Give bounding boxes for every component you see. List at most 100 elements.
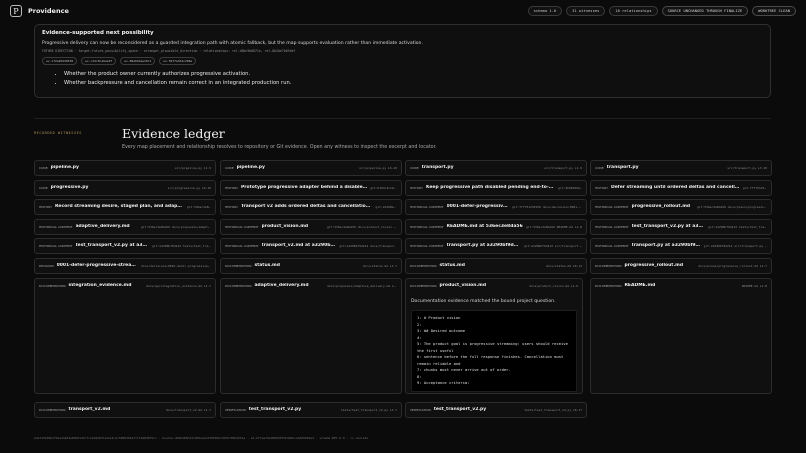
open-questions-list: Whether the product owner currently auth… [64,70,763,88]
witness-card[interactable]: CODE transport.py src/transport.py L1-9 [405,160,587,176]
witness-card-header[interactable]: HISTORICAL CONTENT README.md at 536ec3e8d… [406,220,586,233]
witness-card[interactable]: DOCUMENTATION README.md README.md L1-8 [590,278,772,394]
witness-title: 0001-defer-progressive-streaming.md [446,204,510,209]
witness-card[interactable]: HISTORICAL CONTENT README.md at 536ec3e8d… [405,219,587,235]
possibility-text: Progressive delivery can now be reconsid… [42,41,423,46]
witness-kind: DECISION [39,263,54,268]
witness-card-header[interactable]: DOCUMENTATION progressive_rollout.md docs/… [591,259,771,272]
witness-card[interactable]: HISTORICAL CONTENT product_vision.md git:5… [220,219,402,235]
witness-kind: DOCUMENTATION [225,283,252,288]
witness-card[interactable]: VERIFICATION test_transport_v2.py tests/te… [405,402,587,418]
witness-title: Record streaming desire, staged plan, an… [54,204,184,209]
witness-locator: src/pipeline.py L6-10 [359,165,397,170]
witness-chip[interactable]: wv-59f7a3d4c298a [159,57,197,65]
witness-chip[interactable]: wv-1f2a20dd9538 [42,57,78,65]
witness-title: adaptive_delivery.md [75,224,130,229]
witness-card-header[interactable]: HISTORICAL CONTENT transport.py at a3290b… [591,239,771,252]
witness-locator: docs/plans/progressive_rollout.md L1-7 [698,263,767,268]
witness-card-header[interactable]: HISTORICAL CONTENT adaptive_delivery.md gi… [35,220,215,233]
witness-card[interactable]: HISTORY Record streaming desire, staged p… [34,199,216,215]
witness-card-header[interactable]: HISTORICAL CONTENT transport.py at a3290b… [406,239,586,252]
witness-kind: DOCUMENTATION [39,283,66,288]
app-header: P Providence schema 1.0 31 witnesses 10 … [0,0,806,22]
witness-card[interactable]: HISTORICAL CONTENT transport.py at a3290b… [590,238,772,254]
witness-card-header[interactable]: HISTORY Defer streaming until ordered del… [591,181,771,194]
witness-card-expanded[interactable]: DOCUMENTATION product_vision.md docs/pro… [405,278,583,394]
witness-title: pipeline.py [50,165,79,170]
witness-card[interactable]: HISTORY Prototype progressive adapter beh… [220,180,402,196]
witness-card-header[interactable]: HISTORY Prototype progressive adapter beh… [221,181,401,194]
witness-card[interactable]: HISTORY Keep progressive path disabled pe… [405,180,587,196]
witness-card-header[interactable]: HISTORICAL CONTENT test_transport_v2.py a… [591,220,771,233]
witness-card-header[interactable]: VERIFICATION test_transport_v2.py tests/te… [406,403,586,416]
witness-card[interactable]: HISTORICAL CONTENT progressive_rollout.md… [590,199,772,215]
witness-card[interactable]: DECISION0001-defer-progressive-streaming… [34,258,216,274]
witness-title: Prototype progressive adapter behind a d… [240,185,368,190]
witness-card[interactable]: DOCUMENTATION status.md docs/status.md L8-… [405,258,587,274]
witness-title: pipeline.py [236,165,265,170]
witness-card-header[interactable]: DOCUMENTATION status.md docs/status.md L8-… [406,259,586,272]
witness-locator: git:536ec3e8da56 [186,204,211,209]
witness-card-header[interactable]: DOCUMENTATION adaptive_delivery.md docs/pr… [221,279,401,292]
witness-locator: git:536ec3e8da56 docs/plans/progressive_… [697,204,767,209]
witness-kind: VERIFICATION [225,407,246,412]
witness-card-header[interactable]: HISTORICAL CONTENT test_transport_v2.py a… [35,239,215,252]
witness-locator: docs/status.md L1-7 [362,263,397,268]
witness-card[interactable]: HISTORY Defer streaming until ordered del… [590,180,772,196]
possibility-meta: FUTURE DIRECTION · target:future_possibi… [42,49,296,53]
witness-card-header[interactable]: DOCUMENTATION README.md README.md L1-8 [591,279,771,292]
witness-card-header[interactable]: DOCUMENTATION status.md docs/status.md L1-… [221,259,401,272]
witness-card-header[interactable]: CODE progressive.py src/progressive.py L9-… [35,181,215,194]
witness-card-header[interactable]: HISTORY Transport v2 adds ordered deltas … [221,200,401,213]
witness-card[interactable]: CODE pipeline.py src/pipeline.py L6-10 [220,160,402,176]
witness-card[interactable]: DOCUMENTATION status.md docs/status.md L1-… [220,258,402,274]
witness-card[interactable]: HISTORICAL CONTENT test_transport_v2.py a… [590,219,772,235]
witness-locator: git:a3290bf9d212 src/transport.py L3-10 [703,243,767,248]
witness-card-header[interactable]: HISTORICAL CONTENT transport_v2.md at a32… [221,239,401,252]
witness-card[interactable]: HISTORICAL CONTENT test_transport_v2.py a… [34,238,216,254]
witness-title: Defer streaming until ordered deltas and… [610,185,740,190]
witness-card-header[interactable]: DECISION0001-defer-progressive-streaming… [35,259,215,272]
witness-locator: docs/decisions/0001-defer-progressive-st… [141,263,211,268]
witness-card[interactable]: VERIFICATION test_transport_v2.py tests/te… [220,402,402,418]
witness-card[interactable]: HISTORICAL CONTENT transport_v2.md at a32… [220,238,402,254]
witness-card[interactable]: DOCUMENTATION adaptive_delivery.md docs/pr… [220,278,402,394]
witness-card-header[interactable]: DOCUMENTATION product_vision.md docs/pro… [406,279,582,292]
witness-title: transport.py at a3290bf9d212 [446,243,522,248]
witness-card-header[interactable]: HISTORY Keep progressive path disabled pe… [406,181,586,194]
witness-card[interactable]: DOCUMENTATION integration_evidence.md docs… [34,278,216,394]
witness-card[interactable]: HISTORICAL CONTENT adaptive_delivery.md gi… [34,219,216,235]
witness-card[interactable]: CODE progressive.py src/progressive.py L9-… [34,180,216,196]
relationship-count-badge: 10 relationships [609,6,658,16]
witness-card[interactable]: DOCUMENTATION progressive_rollout.md docs/… [590,258,772,274]
witness-card-header[interactable]: HISTORICAL CONTENT 0001-defer-progressive… [406,200,586,213]
witness-card[interactable]: HISTORY Transport v2 adds ordered deltas … [220,199,402,215]
witness-title: product_vision.md [261,224,309,229]
witness-card-header[interactable]: VERIFICATION test_transport_v2.py tests/te… [221,403,401,416]
witness-card[interactable]: DOCUMENTATION transport_v2.md docs/transpo… [34,402,216,418]
witness-kind: HISTORY [39,204,52,209]
witness-title: status.md [439,263,465,268]
witness-card-header[interactable]: CODE transport.py src/transport.py L3-10 [591,161,771,174]
witness-locator: docs/transport_v2.md L1-7 [165,407,211,412]
witness-card[interactable]: HISTORICAL CONTENT transport.py at a3290b… [405,238,587,254]
witness-title: progressive.py [50,185,89,190]
witness-chip[interactable]: wv-cddc8ca6ee9f [81,57,117,65]
witness-card-header[interactable]: DOCUMENTATION integration_evidence.md docs… [35,279,215,292]
witness-card-header[interactable]: CODE pipeline.py src/pipeline.py L1-5 [35,161,215,174]
possibility-card: Evidence-supported next possibility Prog… [34,24,771,98]
witness-kind: CODE [39,185,48,190]
witness-card-header[interactable]: HISTORY Record streaming desire, staged p… [35,200,215,213]
witness-card[interactable]: CODE transport.py src/transport.py L3-10 [590,160,772,176]
witness-card-header[interactable]: CODE pipeline.py src/pipeline.py L6-10 [221,161,401,174]
witness-card[interactable]: HISTORICAL CONTENT 0001-defer-progressive… [405,199,587,215]
witness-kind: CODE [39,165,48,170]
witness-kind: DOCUMENTATION [410,263,437,268]
witness-card-header[interactable]: HISTORICAL CONTENT progressive_rollout.md… [591,200,771,213]
witness-card-header[interactable]: DOCUMENTATION transport_v2.md docs/transpo… [35,403,215,416]
witness-chip[interactable]: wv-88a69dae16C1 [120,57,156,65]
excerpt-code: 1: # Product vision 2: 3: ## Desired out… [411,310,577,392]
witness-card-header[interactable]: HISTORICAL CONTENT product_vision.md git:5… [221,220,401,233]
witness-card[interactable]: CODE pipeline.py src/pipeline.py L1-5 [34,160,216,176]
witness-card-header[interactable]: CODE transport.py src/transport.py L1-9 [406,161,586,174]
